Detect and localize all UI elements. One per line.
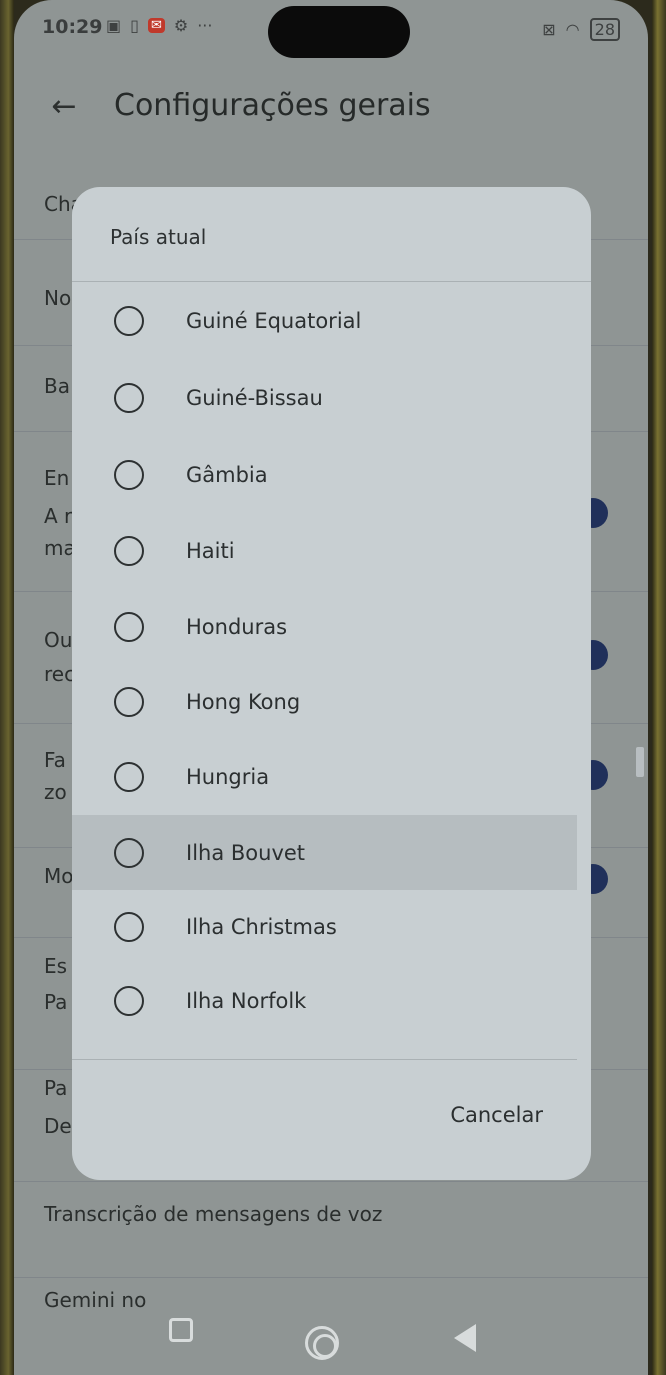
country-option-label: Guiné-Bissau: [186, 385, 323, 410]
camera-notch: [268, 6, 410, 58]
country-option-label: Guiné Equatorial: [186, 308, 362, 333]
cancel-button[interactable]: Cancelar: [450, 1103, 543, 1127]
country-option[interactable]: Haiti: [72, 513, 577, 588]
country-option-label: Gâmbia: [186, 462, 268, 487]
country-option[interactable]: Gâmbia: [72, 437, 577, 512]
radio-button[interactable]: [114, 911, 144, 942]
page-title: Configurações gerais: [114, 88, 431, 123]
settings-row-title: Ou: [44, 628, 73, 652]
radio-button[interactable]: [114, 761, 144, 792]
settings-row-subtitle: zo: [44, 780, 67, 804]
country-option-label: Hungria: [186, 764, 270, 789]
country-option-label: Hong Kong: [186, 689, 301, 714]
radio-button[interactable]: [114, 611, 144, 642]
more-dots-icon: ···: [197, 16, 213, 35]
country-option[interactable]: Ilha Norfolk: [72, 963, 577, 1038]
status-icons-left: ▣ ▯ ✉ ⚙ ···: [106, 16, 212, 35]
wifi-icon: ◠: [565, 20, 580, 39]
settings-row-title: Fa: [44, 748, 66, 772]
settings-row-subtitle: De: [44, 1114, 72, 1138]
status-icons-right: ⊠ ◠ 28: [542, 18, 620, 41]
radio-button[interactable]: [114, 459, 144, 490]
scrollbar[interactable]: [636, 747, 644, 777]
settings-row-title: No: [44, 286, 72, 310]
country-picker-dialog: País atual Guiné Equatorial Guiné-Bissau…: [72, 187, 644, 1180]
radio-button[interactable]: [114, 305, 144, 336]
settings-row-title: Ba: [44, 374, 70, 398]
country-option-label: Ilha Christmas: [186, 914, 337, 939]
radio-button[interactable]: [114, 686, 144, 717]
settings-row-title: Mo: [44, 864, 74, 888]
country-option[interactable]: Guiné Equatorial: [72, 283, 577, 358]
status-bar: 10:29 ▣ ▯ ✉ ⚙ ··· ⊠ ◠ 28: [14, 0, 648, 60]
country-option[interactable]: Ilha Christmas: [72, 889, 577, 964]
country-option[interactable]: Guiné-Bissau: [72, 360, 577, 435]
country-option[interactable]: Ilha Bouvet: [72, 815, 577, 890]
settings-row-title: Es: [44, 954, 68, 978]
country-option-label: Honduras: [186, 614, 288, 639]
country-option[interactable]: Hungria: [72, 739, 577, 814]
radio-button[interactable]: [114, 837, 144, 868]
arrow-left-icon: ←: [51, 88, 77, 124]
square-recent-icon[interactable]: [169, 1318, 193, 1342]
country-option[interactable]: Honduras: [72, 589, 577, 664]
settings-row-subtitle: A r: [44, 504, 73, 528]
radio-button[interactable]: [114, 985, 144, 1016]
country-option-label: Haiti: [186, 538, 235, 563]
settings-row[interactable]: Transcrição de mensagens de voz: [14, 1182, 648, 1278]
sim-icon: ▯: [130, 16, 139, 35]
navigation-bar: [14, 1290, 648, 1375]
settings-row-subtitle: rec: [44, 662, 76, 686]
battery-icon: 28: [589, 18, 620, 41]
phone-frame-left: [0, 0, 14, 1375]
country-option-label: Ilha Bouvet: [186, 840, 306, 865]
dialog-title: País atual: [110, 225, 207, 249]
phone-frame-right: [652, 0, 666, 1375]
dialog-divider: [72, 1059, 577, 1060]
settings-row-title: En: [44, 466, 70, 490]
back-button[interactable]: ←: [44, 86, 84, 126]
nfc-icon: ▣: [106, 16, 122, 35]
country-option[interactable]: Hong Kong: [72, 664, 577, 739]
no-sim-icon: ⊠: [542, 20, 556, 39]
status-time: 10:29: [42, 16, 103, 38]
radio-button[interactable]: [114, 382, 144, 413]
phone-screen: 10:29 ▣ ▯ ✉ ⚙ ··· ⊠ ◠ 28 ← Configurações…: [14, 0, 648, 1375]
settings-row-subtitle: ma: [44, 536, 76, 560]
settings-row-subtitle: Pa: [44, 990, 68, 1014]
dialog-divider: [72, 281, 591, 282]
circle-home-icon[interactable]: [305, 1326, 339, 1360]
radio-button[interactable]: [114, 535, 144, 566]
gear-icon: ⚙: [173, 16, 189, 35]
country-option-label: Ilha Norfolk: [186, 988, 307, 1013]
triangle-back-icon[interactable]: [454, 1324, 476, 1352]
mail-icon: ✉: [147, 18, 165, 33]
settings-row-title: Transcrição de mensagens de voz: [44, 1202, 383, 1226]
settings-row-title: Pa: [44, 1076, 68, 1100]
